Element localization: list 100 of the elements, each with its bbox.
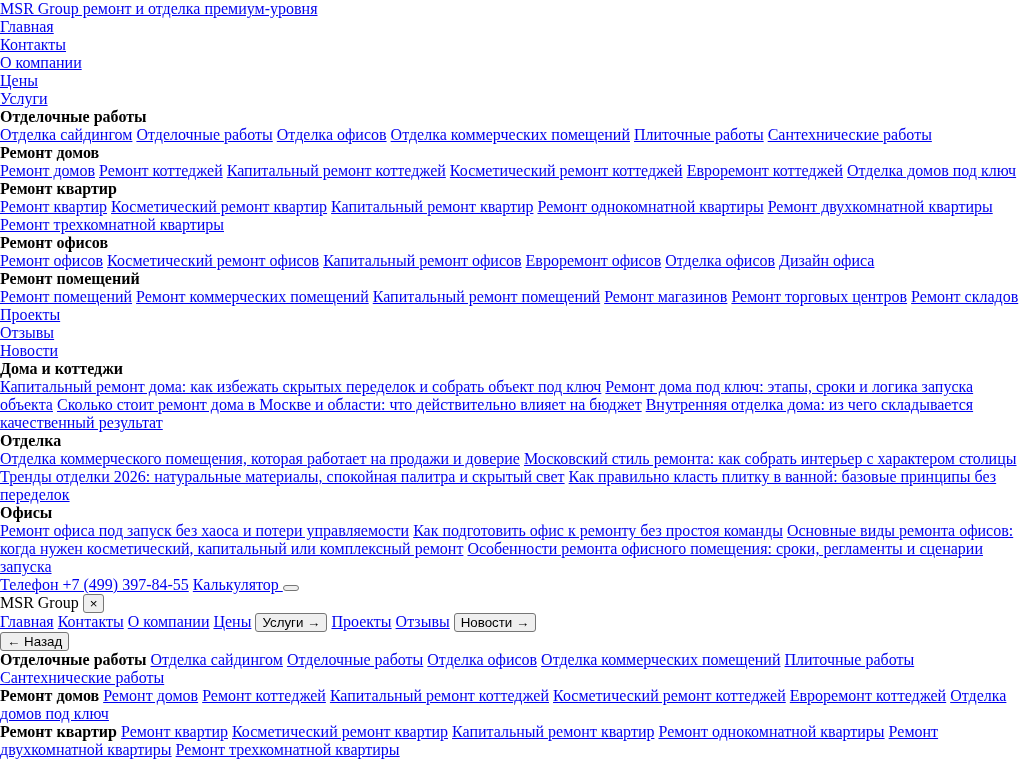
menu-link[interactable]: Евроремонт коттеджей (686, 162, 843, 179)
menu-link[interactable]: Отделка офисов (665, 252, 776, 269)
menu-link[interactable]: Как подготовить офис к ремонту без простоя команды (413, 522, 783, 539)
section-heading: Отделочные работы (0, 108, 147, 125)
nav-link[interactable]: О компании (127, 613, 210, 630)
nav-link[interactable]: Контакты (0, 36, 67, 53)
menu-link[interactable]: Отделка коммерческого помещения, которая работает на продажи и доверие (0, 450, 520, 467)
section-heading: Ремонт квартир (0, 723, 117, 740)
menu-link[interactable]: Отделочные работы (286, 651, 424, 668)
menu-link[interactable]: Косметический ремонт коттеджей (553, 687, 786, 704)
nav-link[interactable]: Новости (0, 342, 59, 359)
nav-link[interactable]: Цены (0, 72, 38, 89)
menu-link[interactable]: двухкомнатной квартиры (0, 741, 172, 758)
menu-link[interactable]: Ремонт офиса под запуск без хаоса и потери управляемости (0, 522, 410, 539)
phone-link[interactable]: Телефон +7 (499) 397-84-55 (0, 576, 189, 593)
menu-link[interactable]: Ремонт однокомнатной квартиры (537, 198, 764, 215)
menu-link[interactable]: когда нужен косметический, капитальный или комплексный ремонт (0, 540, 464, 557)
back-button[interactable]: ← Назад (0, 632, 70, 651)
submenu-button[interactable]: Услуги → (255, 613, 328, 632)
menu-link[interactable]: Ремонт квартир (120, 723, 228, 740)
menu-link[interactable]: Отделка (950, 687, 1007, 704)
menu-toggle[interactable] (282, 585, 299, 591)
menu-link[interactable]: Ремонт торговых центров (731, 288, 908, 305)
menu-link[interactable]: Отделка коммерческих помещений (390, 126, 630, 143)
menu-link[interactable]: Ремонт однокомнатной квартиры (658, 723, 885, 740)
menu-link[interactable]: Внутренняя отделка дома: из чего складывается (645, 396, 974, 413)
menu-link[interactable]: Капитальный ремонт офисов (323, 252, 522, 269)
section-heading: Ремонт домов (0, 687, 100, 704)
menu-link[interactable]: Ремонт трехкомнатной квартиры (0, 216, 224, 233)
menu-link[interactable]: Основные виды ремонта офисов: (786, 522, 1014, 539)
menu-link[interactable]: Косметический ремонт квартир (232, 723, 449, 740)
menu-link[interactable]: Капитальный ремонт квартир (331, 198, 534, 215)
menu-link[interactable]: Ремонт складов (911, 288, 1019, 305)
menu-link[interactable]: Ремонт (888, 723, 939, 740)
section-heading: Ремонт домов (0, 144, 100, 161)
menu-link[interactable]: Капитальный ремонт коттеджей (226, 162, 446, 179)
menu-link[interactable]: Сантехнические работы (0, 669, 165, 686)
menu-link[interactable]: объекта (0, 396, 53, 413)
nav-link[interactable]: Проекты (331, 613, 392, 630)
menu-link[interactable]: Ремонт дома под ключ: этапы, сроки и логика запуска (605, 378, 974, 395)
section-heading: Офисы (0, 504, 53, 521)
section-heading: Отделка (0, 432, 62, 449)
menu-link[interactable]: Ремонт коттеджей (99, 162, 223, 179)
menu-link[interactable]: Сколько стоит ремонт дома в Москве и области: что действительно влияет на бюджет (56, 396, 642, 413)
nav-link[interactable]: Контакты (57, 613, 124, 630)
menu-link[interactable]: переделок (0, 486, 70, 503)
menu-link[interactable]: Косметический ремонт коттеджей (449, 162, 683, 179)
menu-link[interactable]: Тренды отделки 2026: натуральные материалы, спокойная палитра и скрытый свет (0, 468, 565, 485)
menu-link[interactable]: Капитальный ремонт квартир (452, 723, 655, 740)
menu-link[interactable]: Косметический ремонт офисов (107, 252, 320, 269)
menu-link[interactable]: Ремонт квартир (0, 198, 108, 215)
menu-link[interactable]: Отделка сайдингом (0, 126, 133, 143)
close-button[interactable]: × (82, 594, 105, 613)
section-heading: Дома и коттеджи (0, 360, 124, 377)
menu-link[interactable]: Особенности ремонта офисного помещения: сроки, регламенты и сценарии (467, 540, 983, 557)
menu-link[interactable]: Евроремонт коттеджей (789, 687, 947, 704)
menu-link[interactable]: Ремонт коммерческих помещений (136, 288, 369, 305)
menu-link[interactable]: Ремонт офисов (0, 252, 104, 269)
nav-link[interactable]: Услуги (0, 90, 48, 107)
menu-link[interactable]: качественный результат (0, 414, 163, 431)
menu-link[interactable]: Ремонт коттеджей (202, 687, 326, 704)
menu-link[interactable]: Дизайн офиса (779, 252, 875, 269)
nav-link[interactable]: Отзывы (0, 324, 55, 341)
section-heading: Ремонт офисов (0, 234, 109, 251)
menu-link[interactable]: Отделка сайдингом (150, 651, 283, 668)
menu-link[interactable]: Плиточные работы (784, 651, 915, 668)
nav-link[interactable]: Главная (0, 18, 54, 35)
menu-link[interactable]: Ремонт трехкомнатной квартиры (175, 741, 400, 758)
menu-link[interactable]: Капитальный ремонт коттеджей (329, 687, 549, 704)
section-heading: Отделочные работы (0, 651, 147, 668)
nav-link[interactable]: Главная (0, 613, 54, 630)
menu-link[interactable]: домов под ключ (0, 705, 109, 722)
menu-link[interactable]: Московский стиль ремонта: как собрать интерьер с характером столицы (523, 450, 1017, 467)
menu-link[interactable]: Ремонт помещений (0, 288, 133, 305)
nav-link[interactable]: Проекты (0, 306, 61, 323)
menu-link[interactable]: Отделка офисов (427, 651, 538, 668)
menu-link[interactable]: Отделочные работы (136, 126, 273, 143)
menu-link[interactable]: запуска (0, 558, 52, 575)
menu-link[interactable]: Отделка офисов (276, 126, 387, 143)
menu-link[interactable]: Ремонт двухкомнатной квартиры (767, 198, 993, 215)
menu-title: MSR Group (0, 594, 79, 611)
menu-link[interactable]: Ремонт домов (103, 687, 199, 704)
menu-link[interactable]: Капитальный ремонт помещений (372, 288, 601, 305)
brand-link[interactable]: MSR Group ремонт и отделка премиум-уровня (0, 0, 318, 17)
submenu-button[interactable]: Новости → (453, 613, 537, 632)
menu-link[interactable]: Капитальный ремонт дома: как избежать скрытых переделок и собрать объект под ключ (0, 378, 602, 395)
menu-link[interactable]: Плиточные работы (633, 126, 764, 143)
menu-link[interactable]: Отделка домов под ключ (847, 162, 1017, 179)
menu-link[interactable]: Ремонт домов (0, 162, 95, 179)
section-heading: Ремонт квартир (0, 180, 117, 197)
nav-link[interactable]: Цены (213, 613, 252, 630)
nav-link[interactable]: О компании (0, 54, 82, 71)
menu-link[interactable]: Сантехнические работы (767, 126, 932, 143)
menu-link[interactable]: Евроремонт офисов (525, 252, 662, 269)
menu-link[interactable]: Отделка коммерческих помещений (541, 651, 781, 668)
menu-link[interactable]: Как правильно класть плитку в ванной: базовые принципы без (568, 468, 997, 485)
calculator-link[interactable]: Калькулятор (192, 576, 283, 593)
menu-link[interactable]: Косметический ремонт квартир (111, 198, 328, 215)
nav-link[interactable]: Отзывы (395, 613, 450, 630)
menu-link[interactable]: Ремонт магазинов (604, 288, 728, 305)
